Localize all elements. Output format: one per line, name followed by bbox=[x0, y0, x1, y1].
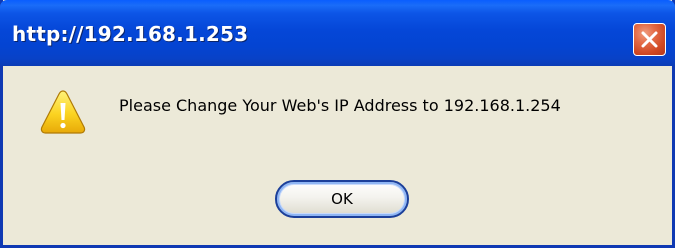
alert-message: Please Change Your Web's IP Address to 1… bbox=[119, 96, 561, 115]
close-icon bbox=[641, 31, 658, 48]
dialog-title: http://192.168.1.253 bbox=[12, 22, 249, 46]
dialog-body: Please Change Your Web's IP Address to 1… bbox=[3, 66, 672, 245]
ok-button-label: OK bbox=[331, 190, 353, 208]
close-button[interactable] bbox=[633, 23, 666, 56]
title-bar[interactable]: http://192.168.1.253 bbox=[0, 0, 675, 66]
ok-button[interactable]: OK bbox=[275, 180, 409, 218]
warning-icon bbox=[40, 90, 86, 134]
alert-dialog: http://192.168.1.253 Please Change Your … bbox=[0, 0, 675, 248]
